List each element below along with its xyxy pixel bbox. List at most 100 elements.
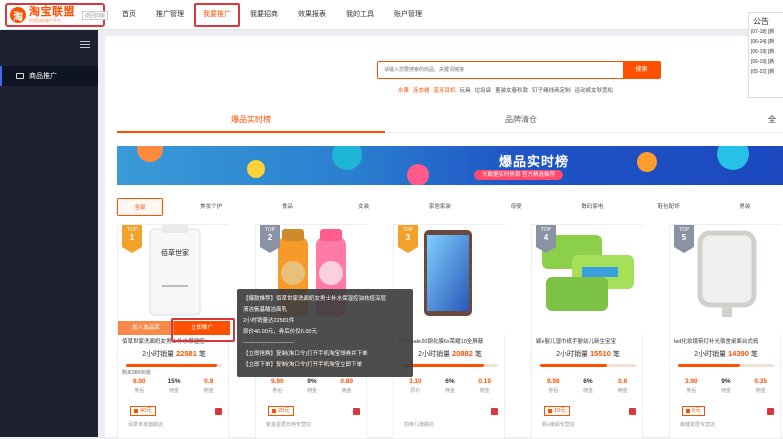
nav-promote[interactable]: 我要推广 (194, 3, 240, 27)
hot-word[interactable]: 钉子绳线画定制 (532, 86, 571, 94)
sales-count: 14390 (728, 349, 749, 358)
product-title[interactable]: led化妆镜带灯补光宿舍桌面台式梳 (674, 337, 778, 345)
hot-search-words: 水果 连衣裙 蓝牙耳机 玩具 垃圾袋 董装女春秋款 钉子绳线画定制 运动裤女秋宽… (398, 86, 613, 94)
main-content: 搜索 水果 连衣裙 蓝牙耳机 玩具 垃圾袋 董装女春秋款 钉子绳线画定制 运动裤… (105, 36, 783, 439)
coupon-price-label: 券后 (134, 388, 145, 394)
sales-unit: 笔 (750, 351, 758, 358)
nav-tools[interactable]: 我的工具 (336, 0, 384, 30)
sales-progress-fill (126, 364, 218, 367)
sidebar-item-product-promotion[interactable]: 商品推广 (0, 66, 98, 86)
product-card[interactable]: TOP 5 led化妆镜带灯补光宿舍桌面台式梳 2小时销量 14390 笔 3.90 券后… (669, 224, 782, 439)
sales-progress-bar (540, 364, 636, 367)
sales-label: 2小时销量 (142, 351, 175, 358)
old-version-button[interactable]: 返回旧版 (82, 11, 109, 20)
coupon-price: 3.10 (409, 378, 422, 385)
tab-hot-ranking[interactable]: 爆品实时榜 (117, 106, 385, 133)
brand-name: 淘宝联盟 (29, 6, 75, 18)
hot-word[interactable]: 玩具 (460, 86, 471, 94)
coupon-price-label: 券后 (686, 388, 697, 394)
rank-number: 4 (543, 232, 549, 242)
commission-amount-label: 佣金 (341, 388, 352, 394)
category-food[interactable]: 食品 (249, 198, 325, 216)
notice-item[interactable]: [07-18] [新 (749, 27, 783, 37)
brand-slogan: 阿里妈妈旗下平台 (29, 18, 61, 23)
search-input[interactable] (378, 62, 623, 78)
notice-item[interactable]: [06-24] [新 (749, 37, 783, 47)
shop-name[interactable]: 柏帝儿旗舰店 (404, 421, 434, 428)
coupon-badge: 40元 (130, 406, 156, 416)
tooltip-line: 清洁氨基酸洁面乳 (243, 307, 288, 313)
nav-promotion-management[interactable]: 推广管理 (146, 0, 194, 30)
sales-progress-fill (678, 364, 741, 367)
coupon-price: 3.90 (685, 378, 698, 385)
sales-progress-bar (126, 364, 222, 367)
commission-rate: 6% (583, 378, 593, 385)
purchase-count: 购买98000张 (122, 370, 151, 376)
hot-word[interactable]: 运动裤女秋宽松 (575, 86, 614, 94)
hot-word[interactable]: 连衣裙 (413, 86, 430, 94)
sales-progress-bar (402, 364, 498, 367)
top-bar: 淘 淘宝联盟 阿里妈妈旗下平台 返回旧版 首页 推广管理 我要推广 我要招商 效… (0, 0, 783, 30)
hot-word[interactable]: 垃圾袋 (475, 86, 492, 94)
tmall-icon (215, 408, 222, 415)
category-home[interactable]: 家居家装 (402, 198, 478, 216)
nav-merchants[interactable]: 我要招商 (240, 0, 288, 30)
tooltip-line: ---------------------------- (243, 340, 295, 346)
sidebar-item-label: 商品推广 (29, 73, 57, 80)
commission-amount: 0.19 (478, 378, 491, 385)
decor-ball (407, 164, 429, 185)
sales-unit: 笔 (474, 351, 482, 358)
product-title[interactable]: 颖e婴儿湿巾纸手婴幼儿新生宝宝 (536, 337, 640, 345)
commission-amount: 0.9 (204, 378, 214, 385)
nav-home[interactable]: 首页 (112, 0, 146, 30)
sales-info: 2小时销量 22581 笔 (118, 349, 230, 359)
commission-amount: 0.89 (340, 378, 353, 385)
price-stats: 3.90 券后 9% 佣金 0.35 佣金 (674, 378, 778, 394)
tab-brand-clearance[interactable]: 品牌清仓 (385, 106, 657, 133)
tmall-icon (491, 408, 498, 415)
nav-account[interactable]: 账户管理 (384, 0, 432, 30)
price-stats: 6.00 券后 15% 佣金 0.9 佣金 (122, 378, 226, 394)
product-image-text: 佰草世家 (161, 248, 189, 257)
product-title[interactable]: 华为mate20钢化膜6x荣耀10全屏蔽 (398, 337, 502, 345)
coupon-price: 6.00 (133, 378, 146, 385)
coupon-price: 9.98 (547, 378, 560, 385)
sales-label: 2小时销量 (694, 351, 727, 358)
category-baby[interactable]: 母婴 (478, 198, 554, 216)
category-all[interactable]: 全部 (117, 198, 163, 216)
notice-item[interactable]: [06-19] [新 (749, 47, 783, 57)
commission-rate-label: 佣金 (169, 388, 180, 394)
shop-name[interactable]: 森健家居专营店 (680, 421, 715, 428)
tab-all[interactable]: 全 (757, 106, 783, 133)
category-accessories[interactable]: 鞋包配饰 (631, 198, 707, 216)
coupon-price-label: 券后 (272, 388, 283, 394)
category-digital[interactable]: 数码家电 (554, 198, 630, 216)
menu-icon[interactable] (80, 41, 90, 50)
rank-badge: TOP 4 (536, 225, 556, 253)
coupon-badge: 5元 (682, 406, 705, 416)
nav-reports[interactable]: 效果报表 (288, 0, 336, 30)
commission-amount-label: 佣金 (755, 388, 766, 394)
notice-item[interactable]: [06-19] [新 (749, 57, 783, 67)
shop-name[interactable]: 颖e旗舰专营店 (542, 421, 575, 428)
category-women[interactable]: 女装 (326, 198, 402, 216)
search-button[interactable]: 搜索 (623, 62, 660, 78)
tmall-icon (767, 408, 774, 415)
shop-name[interactable]: 紫金星居日用专营店 (266, 421, 311, 428)
product-card[interactable]: TOP 4 颖e婴儿湿巾纸手婴幼儿新生宝宝 2小时销量 15510 笔 9.98 券后 6%… (531, 224, 644, 439)
coupon-price-label: 券后 (548, 388, 559, 394)
coupon-price-label: 原价 (410, 388, 421, 394)
notice-item[interactable]: [05-22] [新 (749, 67, 783, 77)
price-stats: 3.10 原价 6% 佣金 0.19 佣金 (398, 378, 502, 394)
hot-word[interactable]: 蓝牙耳机 (434, 86, 456, 94)
hot-word[interactable]: 水果 (398, 86, 409, 94)
add-to-library-button[interactable]: 加入选品库 (118, 321, 174, 335)
hot-word[interactable]: 董装女春秋款 (495, 86, 528, 94)
tmall-icon (629, 408, 636, 415)
shop-name[interactable]: 佰草世家旗舰店 (128, 421, 163, 428)
logo-mark-icon: 淘 (10, 7, 26, 23)
sales-unit: 笔 (198, 351, 206, 358)
category-men[interactable]: 男装 (707, 198, 783, 216)
category-beauty[interactable]: 美妆个护 (173, 198, 249, 216)
tooltip-line: 原价46.00元，券后价仅6.00元 (243, 329, 317, 335)
